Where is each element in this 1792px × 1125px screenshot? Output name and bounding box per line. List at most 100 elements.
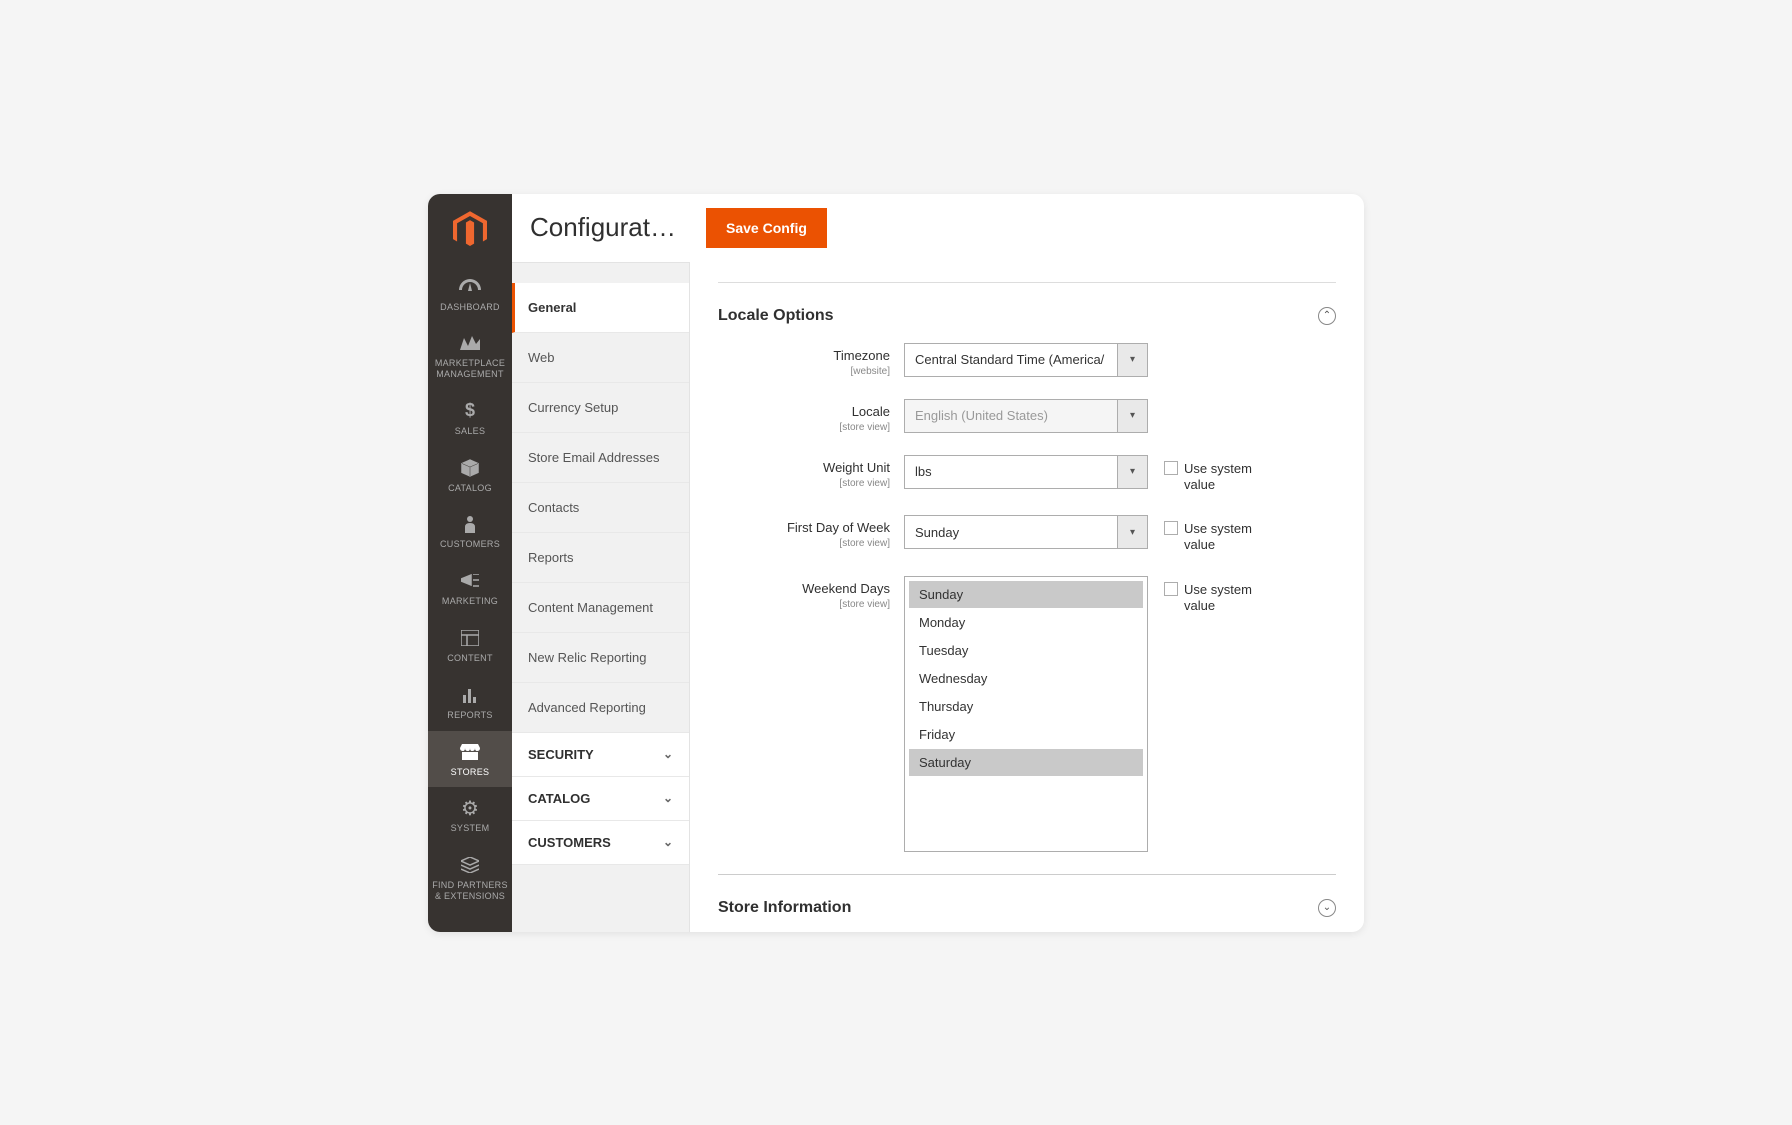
ms-option-wednesday[interactable]: Wednesday — [909, 665, 1143, 692]
weekend-multiselect[interactable]: Sunday Monday Tuesday Wednesday Thursday… — [904, 576, 1148, 852]
select-value: Central Standard Time (America/ — [905, 344, 1117, 376]
save-config-button[interactable]: Save Config — [706, 208, 827, 248]
spacer — [512, 263, 689, 283]
section-label: CUSTOMERS — [528, 835, 611, 850]
select-value: Sunday — [905, 516, 1117, 548]
gear-icon: ⚙ — [461, 797, 479, 819]
config-nav: General Web Currency Setup Store Email A… — [512, 262, 690, 932]
weight-label: Weight Unit — [823, 460, 890, 475]
nav-label: STORES — [451, 767, 490, 778]
weekend-scope: [store view] — [718, 599, 890, 610]
weight-select[interactable]: lbs ▾ — [904, 455, 1148, 489]
first-day-label: First Day of Week — [787, 520, 890, 535]
row-first-day: First Day of Week [store view] Sunday ▾ … — [718, 515, 1336, 554]
select-value: lbs — [905, 456, 1117, 488]
config-nav-newrelic[interactable]: New Relic Reporting — [512, 633, 689, 683]
nav-content[interactable]: CONTENT — [428, 617, 512, 674]
dollar-icon: $ — [465, 400, 475, 422]
nav-stores[interactable]: STORES — [428, 731, 512, 788]
config-nav-general[interactable]: General — [512, 283, 689, 333]
nav-catalog[interactable]: CATALOG — [428, 447, 512, 504]
app-window: DASHBOARD MARKETPLACE MANAGEMENT $ SALES… — [428, 194, 1364, 932]
locale-scope: [store view] — [718, 422, 890, 433]
nav-reports[interactable]: REPORTS — [428, 674, 512, 731]
store-info-title: Store Information — [718, 899, 851, 917]
ms-option-friday[interactable]: Friday — [909, 721, 1143, 748]
ms-option-tuesday[interactable]: Tuesday — [909, 637, 1143, 664]
row-weekend-days: Weekend Days [store view] Sunday Monday … — [718, 576, 1336, 852]
nav-marketing[interactable]: MARKETING — [428, 560, 512, 617]
ms-option-monday[interactable]: Monday — [909, 609, 1143, 636]
chevron-down-icon: ⌄ — [663, 747, 673, 761]
nav-system[interactable]: ⚙ SYSTEM — [428, 787, 512, 844]
nav-label: SALES — [455, 426, 486, 437]
box-icon — [461, 457, 479, 479]
config-nav-content-mgmt[interactable]: Content Management — [512, 583, 689, 633]
section-label: SECURITY — [528, 747, 594, 762]
ms-option-sunday[interactable]: Sunday — [909, 581, 1143, 608]
nav-label: CONTENT — [447, 653, 493, 664]
header-bar: Configuration Save Config — [512, 194, 1364, 262]
magento-logo-icon — [453, 211, 487, 249]
config-nav-adv-reporting[interactable]: Advanced Reporting — [512, 683, 689, 733]
use-system-label: Use system value — [1184, 582, 1274, 615]
config-section-security[interactable]: SECURITY ⌄ — [512, 733, 689, 777]
caret-down-icon: ▾ — [1117, 456, 1147, 488]
page-title: Configuration — [530, 212, 680, 243]
weight-scope: [store view] — [718, 478, 890, 489]
main-area: Configuration Save Config General Web Cu… — [512, 194, 1364, 932]
config-nav-contacts[interactable]: Contacts — [512, 483, 689, 533]
collapse-down-icon[interactable]: ⌄ — [1318, 899, 1336, 917]
config-nav-store-email[interactable]: Store Email Addresses — [512, 433, 689, 483]
timezone-select[interactable]: Central Standard Time (America/ ▾ — [904, 343, 1148, 377]
magento-logo[interactable] — [428, 194, 512, 266]
person-icon — [464, 513, 476, 535]
nav-label: FIND PARTNERS & EXTENSIONS — [432, 880, 508, 902]
select-value: English (United States) — [905, 400, 1117, 432]
locale-fieldset-head[interactable]: Locale Options ⌃ — [718, 301, 1336, 343]
config-nav-currency[interactable]: Currency Setup — [512, 383, 689, 433]
first-day-scope: [store view] — [718, 538, 890, 549]
row-weight-unit: Weight Unit [store view] lbs ▾ Use syste… — [718, 455, 1336, 494]
config-section-catalog[interactable]: CATALOG ⌄ — [512, 777, 689, 821]
ms-option-thursday[interactable]: Thursday — [909, 693, 1143, 720]
marketplace-icon — [460, 332, 480, 354]
section-label: CATALOG — [528, 791, 590, 806]
row-timezone: Timezone [website] Central Standard Time… — [718, 343, 1336, 377]
locale-label: Locale — [852, 404, 890, 419]
nav-label: SYSTEM — [451, 823, 490, 834]
nav-marketplace[interactable]: MARKETPLACE MANAGEMENT — [428, 322, 512, 390]
weight-use-system-checkbox[interactable] — [1164, 461, 1178, 475]
admin-sidebar: DASHBOARD MARKETPLACE MANAGEMENT $ SALES… — [428, 194, 512, 932]
content-row: General Web Currency Setup Store Email A… — [512, 262, 1364, 932]
store-info-fieldset-head[interactable]: Store Information ⌄ — [718, 874, 1336, 917]
weekend-use-system-checkbox[interactable] — [1164, 582, 1178, 596]
row-locale: Locale [store view] English (United Stat… — [718, 399, 1336, 433]
weekend-label: Weekend Days — [802, 581, 890, 596]
nav-dashboard[interactable]: DASHBOARD — [428, 266, 512, 323]
nav-sales[interactable]: $ SALES — [428, 390, 512, 447]
first-day-use-system-checkbox[interactable] — [1164, 521, 1178, 535]
ms-option-saturday[interactable]: Saturday — [909, 749, 1143, 776]
locale-title: Locale Options — [718, 307, 834, 325]
config-section-customers[interactable]: CUSTOMERS ⌄ — [512, 821, 689, 865]
nav-label: REPORTS — [447, 710, 492, 721]
config-nav-web[interactable]: Web — [512, 333, 689, 383]
caret-down-icon: ▾ — [1117, 400, 1147, 432]
nav-label: MARKETING — [442, 596, 498, 607]
nav-label: DASHBOARD — [440, 302, 500, 313]
caret-down-icon: ▾ — [1117, 344, 1147, 376]
config-nav-reports[interactable]: Reports — [512, 533, 689, 583]
collapse-up-icon[interactable]: ⌃ — [1318, 307, 1336, 325]
megaphone-icon — [461, 570, 479, 592]
nav-partners[interactable]: FIND PARTNERS & EXTENSIONS — [428, 844, 512, 912]
timezone-label: Timezone — [833, 348, 890, 363]
dashboard-icon — [459, 276, 481, 298]
nav-customers[interactable]: CUSTOMERS — [428, 503, 512, 560]
first-day-select[interactable]: Sunday ▾ — [904, 515, 1148, 549]
divider — [718, 282, 1336, 283]
layout-icon — [461, 627, 479, 649]
locale-select[interactable]: English (United States) ▾ — [904, 399, 1148, 433]
partners-icon — [461, 854, 479, 876]
use-system-label: Use system value — [1184, 461, 1274, 494]
